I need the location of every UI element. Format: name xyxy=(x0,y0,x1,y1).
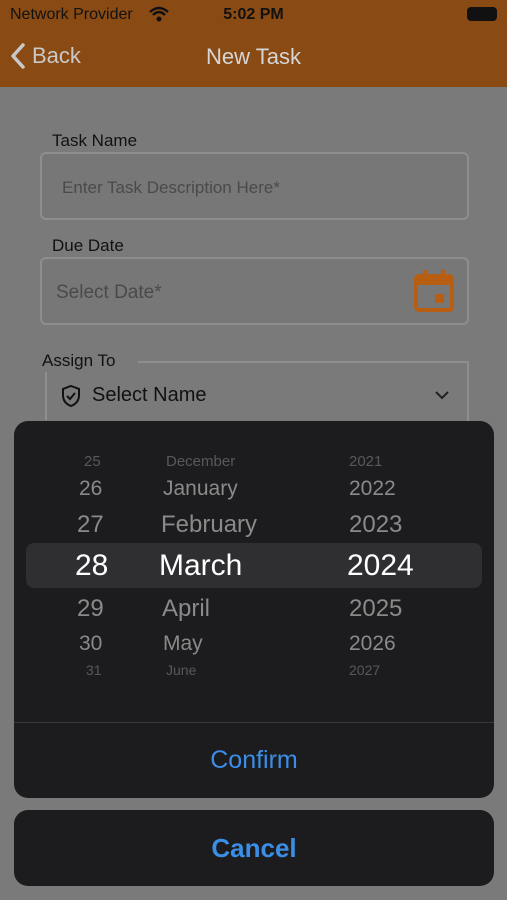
due-date-label: Due Date xyxy=(52,236,124,255)
picker-day[interactable]: 25 xyxy=(84,453,101,470)
assign-field-border xyxy=(467,361,469,421)
navigation-bar: Back New Task xyxy=(0,30,507,87)
picker-month[interactable]: January xyxy=(163,477,238,501)
picker-month[interactable]: April xyxy=(162,595,210,623)
task-name-label: Task Name xyxy=(52,131,138,150)
picker-year[interactable]: 2021 xyxy=(349,453,382,470)
cancel-button[interactable]: Cancel xyxy=(14,810,494,886)
picker-day[interactable]: 29 xyxy=(77,595,104,623)
task-name-placeholder: Enter Task Description Here* xyxy=(62,178,280,197)
picker-year[interactable]: 2022 xyxy=(349,477,396,501)
battery-icon xyxy=(467,7,497,21)
assign-to-select[interactable]: Select Name xyxy=(92,384,207,407)
assign-field-border xyxy=(45,372,47,420)
date-picker-sheet: 25 26 27 28 29 30 31 December January Fe… xyxy=(14,421,494,798)
picker-month[interactable]: December xyxy=(166,453,235,470)
picker-year[interactable]: 2025 xyxy=(349,595,402,623)
date-picker[interactable]: 25 26 27 28 29 30 31 December January Fe… xyxy=(14,421,494,721)
picker-day[interactable]: 31 xyxy=(86,662,102,678)
confirm-button[interactable]: Confirm xyxy=(14,723,494,798)
due-date-field[interactable]: Select Date* xyxy=(40,257,469,325)
picker-year[interactable]: 2026 xyxy=(349,632,396,656)
page-title: New Task xyxy=(206,44,301,69)
picker-month-selected[interactable]: March xyxy=(159,549,242,583)
picker-month[interactable]: May xyxy=(163,632,203,656)
calendar-icon[interactable] xyxy=(413,269,455,318)
task-name-field[interactable]: Enter Task Description Here* xyxy=(40,152,469,220)
picker-month[interactable]: February xyxy=(161,511,257,539)
picker-day[interactable]: 26 xyxy=(79,477,102,501)
picker-day-selected[interactable]: 28 xyxy=(75,549,108,583)
picker-month[interactable]: June xyxy=(166,662,196,678)
due-date-placeholder: Select Date* xyxy=(56,282,162,303)
picker-year-selected[interactable]: 2024 xyxy=(347,549,414,583)
assign-to-label: Assign To xyxy=(42,351,116,370)
picker-year[interactable]: 2023 xyxy=(349,511,402,539)
picker-day[interactable]: 27 xyxy=(77,511,104,539)
shield-icon xyxy=(60,384,82,413)
picker-day[interactable]: 30 xyxy=(79,632,102,656)
chevron-down-icon[interactable] xyxy=(434,388,450,406)
picker-year[interactable]: 2027 xyxy=(349,662,380,678)
status-bar: Network Provider 5:02 PM xyxy=(0,0,507,30)
assign-field-border xyxy=(138,361,469,363)
status-time: 5:02 PM xyxy=(223,6,284,23)
